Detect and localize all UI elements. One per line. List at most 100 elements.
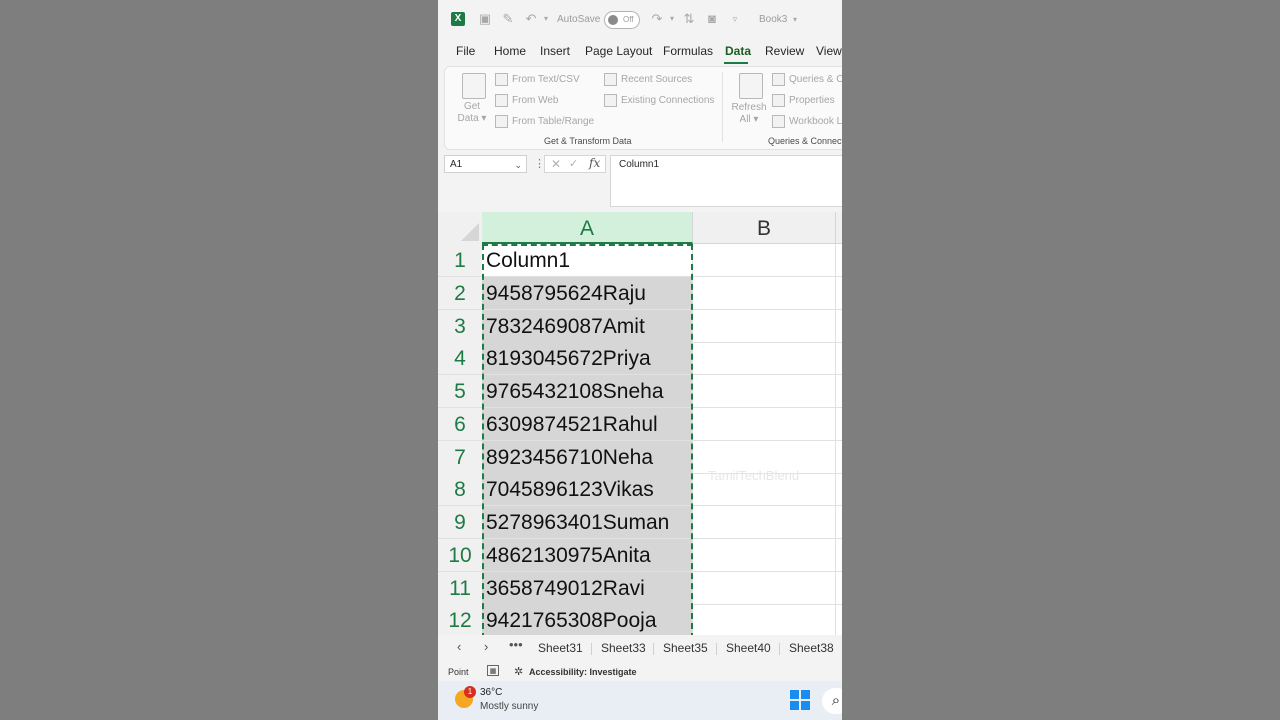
name-box[interactable]: A1 ⌄ <box>444 155 527 173</box>
undo-icon[interactable]: ↶ <box>524 12 538 26</box>
tab-page-layout[interactable]: Page Layout <box>585 44 652 58</box>
cell-b[interactable] <box>693 506 836 539</box>
row-header[interactable]: 12 <box>438 604 482 638</box>
redo-dropdown-icon[interactable]: ▾ <box>665 12 679 26</box>
cancel-icon[interactable]: ✕ <box>551 157 561 171</box>
cell-a[interactable]: 9458795624Raju <box>482 276 693 310</box>
cell-c[interactable] <box>836 342 842 376</box>
check-icon[interactable]: ✓ <box>569 157 578 170</box>
previous-sheet-icon[interactable]: ‹ <box>457 639 461 654</box>
sheet-tab-3[interactable]: Sheet35 <box>663 641 708 655</box>
row-header[interactable]: 6 <box>438 407 482 441</box>
refresh-all-button[interactable]: Refresh All ▾ <box>729 102 769 126</box>
from-table-range-button[interactable]: From Table/Range <box>495 115 594 128</box>
cell-b[interactable] <box>693 538 836 572</box>
row-header[interactable]: 7 <box>438 440 482 474</box>
cell-a[interactable]: Column1 <box>482 244 693 277</box>
row-header[interactable]: 1 <box>438 244 482 277</box>
existing-connections-button[interactable]: Existing Connections <box>604 94 714 107</box>
cell-b[interactable] <box>693 309 836 343</box>
sheet-tab-1[interactable]: Sheet31 <box>538 641 583 655</box>
cell-c[interactable] <box>836 375 842 408</box>
chevron-down-icon[interactable]: ⌄ <box>514 156 522 174</box>
autosave-toggle[interactable]: Off <box>604 11 640 29</box>
tab-formulas[interactable]: Formulas <box>663 44 713 58</box>
workbook-links-button[interactable]: Workbook Li <box>772 115 842 128</box>
save-icon[interactable]: ▣ <box>478 12 492 26</box>
row-header[interactable]: 2 <box>438 276 482 310</box>
sheet-tab-2[interactable]: Sheet33 <box>601 641 646 655</box>
redo-icon[interactable]: ↷ <box>650 12 664 26</box>
macro-icon[interactable]: ▦ <box>487 665 499 676</box>
tab-file[interactable]: File <box>456 44 475 58</box>
cell-c[interactable] <box>836 441 842 474</box>
cell-b[interactable] <box>693 407 836 441</box>
tab-review[interactable]: Review <box>765 44 804 58</box>
select-all-corner[interactable] <box>438 212 482 244</box>
cell-b[interactable] <box>693 342 836 376</box>
cell-c[interactable] <box>836 408 842 441</box>
cell-b[interactable] <box>693 276 836 310</box>
row-header[interactable]: 11 <box>438 571 482 605</box>
row-header[interactable]: 3 <box>438 309 482 343</box>
column-header-c[interactable] <box>836 212 842 244</box>
cell-b[interactable] <box>693 571 836 605</box>
sheet-tab-4[interactable]: Sheet40 <box>726 641 771 655</box>
formula-input[interactable]: Column1 <box>610 155 842 207</box>
properties-button[interactable]: Properties <box>772 94 835 107</box>
sheet-tab-5[interactable]: Sheet38 <box>789 641 834 655</box>
cell-b[interactable] <box>693 604 836 638</box>
tab-home[interactable]: Home <box>494 44 526 58</box>
cell-a[interactable]: 6309874521Rahul <box>482 407 693 441</box>
row-header[interactable]: 9 <box>438 506 482 539</box>
windows-start-icon[interactable] <box>790 690 810 710</box>
accessibility-status[interactable]: Accessibility: Investigate <box>529 667 637 677</box>
accessibility-icon[interactable]: ✲ <box>514 665 523 678</box>
cell-c[interactable] <box>836 473 842 507</box>
cell-a[interactable]: 8193045672Priya <box>482 342 693 376</box>
cell-a[interactable]: 7832469087Amit <box>482 309 693 343</box>
cell-a[interactable]: 4862130975Anita <box>482 538 693 572</box>
column-header-a[interactable]: A <box>482 212 693 244</box>
more-sheets-icon[interactable]: ••• <box>509 637 523 652</box>
row-header[interactable]: 4 <box>438 342 482 376</box>
cell-a[interactable]: 3658749012Ravi <box>482 571 693 605</box>
row-header[interactable]: 10 <box>438 538 482 572</box>
cell-c[interactable] <box>836 310 842 343</box>
insert-function-icon[interactable]: fx <box>589 156 600 170</box>
cell-c[interactable] <box>836 604 842 638</box>
cell-c[interactable] <box>836 506 842 539</box>
undo-dropdown-icon[interactable]: ▾ <box>539 12 553 26</box>
camera-icon[interactable]: ◙ <box>705 12 719 26</box>
cell-b[interactable] <box>693 244 836 277</box>
queries-connections-button[interactable]: Queries & C <box>772 73 842 86</box>
cell-a[interactable]: 9765432108Sneha <box>482 375 693 408</box>
row-header[interactable]: 8 <box>438 473 482 507</box>
cell-a[interactable]: 7045896123Vikas <box>482 473 693 507</box>
cell-c[interactable] <box>836 277 842 310</box>
from-web-button[interactable]: From Web <box>495 94 559 107</box>
tab-data[interactable]: Data <box>725 44 751 58</box>
recent-sources-button[interactable]: Recent Sources <box>604 73 692 86</box>
cell-b[interactable] <box>693 375 836 408</box>
weather-condition[interactable]: Mostly sunny <box>480 701 538 712</box>
cell-c[interactable] <box>836 244 842 277</box>
search-icon[interactable]: ⌕ <box>822 688 842 714</box>
next-sheet-icon[interactable]: › <box>484 639 488 654</box>
cell-c[interactable] <box>836 572 842 605</box>
cell-a[interactable]: 8923456710Neha <box>482 440 693 474</box>
tab-view[interactable]: View <box>816 44 842 58</box>
cell-c[interactable] <box>836 539 842 572</box>
get-data-button[interactable]: Get Data ▾ <box>455 101 489 125</box>
from-text-csv-button[interactable]: From Text/CSV <box>495 73 580 86</box>
cell-a[interactable]: 9421765308Pooja <box>482 604 693 638</box>
row-header[interactable]: 5 <box>438 375 482 408</box>
temperature[interactable]: 36°C <box>480 687 502 698</box>
book-name[interactable]: Book3 <box>759 14 787 25</box>
tab-insert[interactable]: Insert <box>540 44 570 58</box>
sort-icon[interactable]: ⇅ <box>682 12 696 26</box>
edit-icon[interactable]: ✎ <box>501 12 515 26</box>
column-header-b[interactable]: B <box>693 212 836 244</box>
customize-toolbar-icon[interactable]: ▿ <box>728 12 742 26</box>
cell-a[interactable]: 5278963401Suman <box>482 506 693 539</box>
